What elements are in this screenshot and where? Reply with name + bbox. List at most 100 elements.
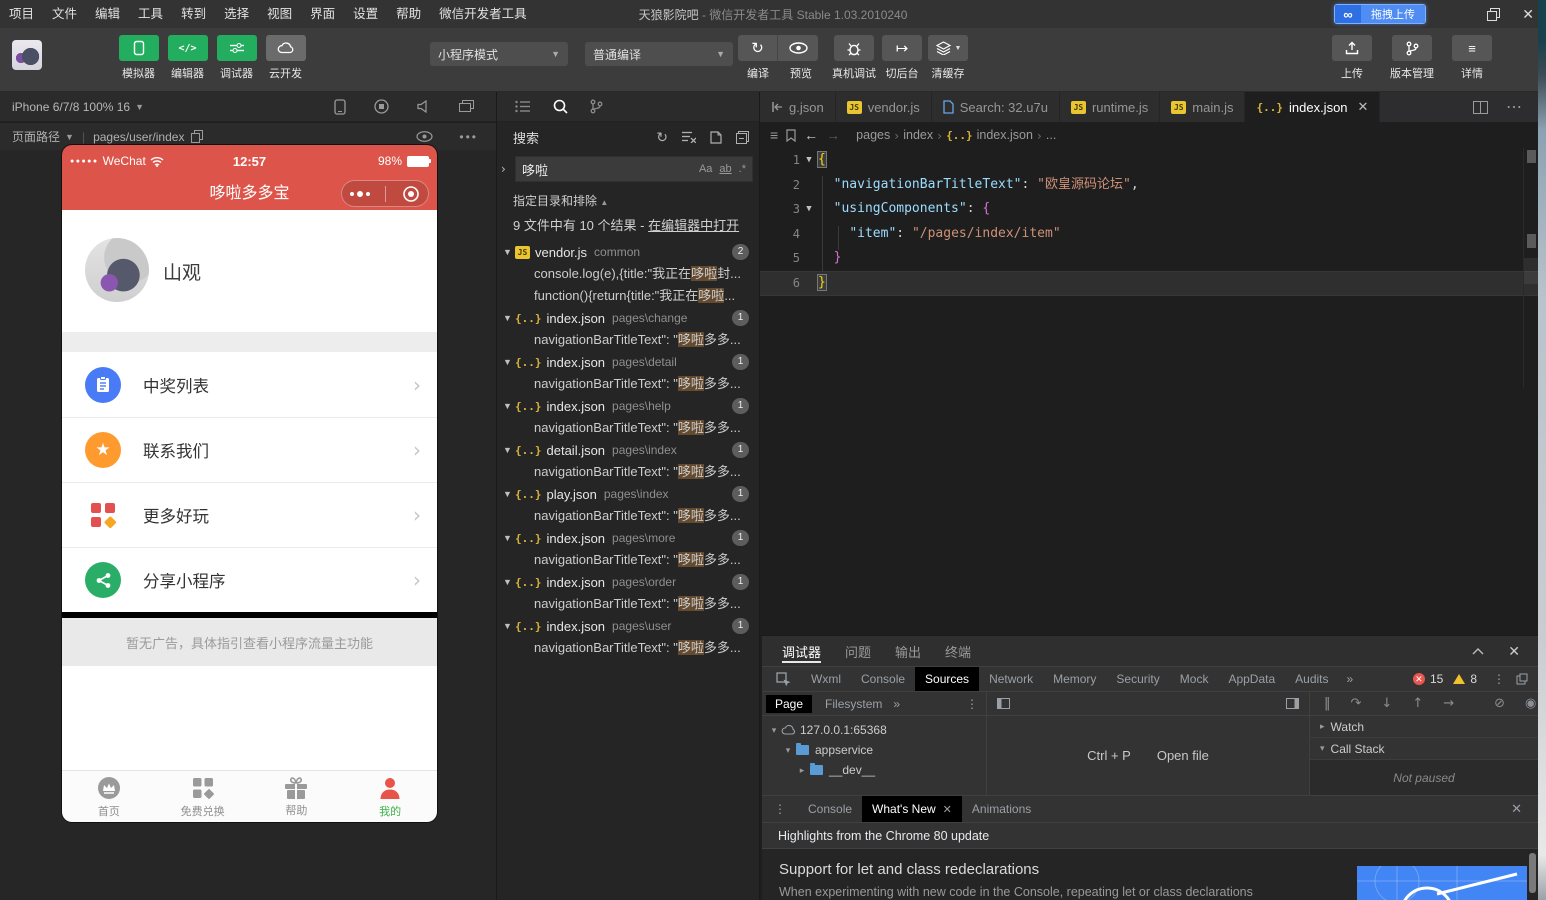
drawer-tab-what-s-new[interactable]: What's New✕ xyxy=(862,796,962,822)
exit-target-icon[interactable] xyxy=(402,185,420,203)
hide-navigator-icon[interactable] xyxy=(997,698,1010,709)
eye-icon[interactable] xyxy=(416,131,433,142)
menubar-item-2[interactable]: 编辑 xyxy=(86,0,129,28)
search-result-file-8[interactable]: ▼{..}index.jsonpages\user1 xyxy=(497,615,759,637)
search-result-match[interactable]: navigationBarTitleText": "哆啦多多... xyxy=(497,461,759,483)
menubar-item-3[interactable]: 工具 xyxy=(129,0,172,28)
breadcrumb-item-1[interactable]: index xyxy=(903,128,933,142)
devtools-tab-network[interactable]: Network xyxy=(979,667,1043,691)
drawer-tab-console[interactable]: Console xyxy=(798,796,862,822)
sources-nav-tab-page[interactable]: Page xyxy=(766,695,812,713)
toolbar-action-bug[interactable]: 真机调试 xyxy=(832,35,876,81)
scrollbar-thumb[interactable] xyxy=(1529,853,1536,893)
debugger-tab-3[interactable]: 终端 xyxy=(945,636,971,666)
search-result-file-7[interactable]: ▼{..}index.jsonpages\order1 xyxy=(497,571,759,593)
code-line-6[interactable]: 6} xyxy=(760,271,1538,296)
bookmark-icon[interactable] xyxy=(786,129,796,142)
code-line-2[interactable]: 2 "navigationBarTitleText": "欧皇源码论坛", xyxy=(760,173,1538,198)
menubar-item-0[interactable]: 项目 xyxy=(0,0,43,28)
toolbar-action-layers[interactable]: ▼清缓存 xyxy=(928,35,968,81)
search-result-file-4[interactable]: ▼{..}detail.jsonpages\index1 xyxy=(497,439,759,461)
search-result-match[interactable]: navigationBarTitleText": "哆啦多多... xyxy=(497,373,759,395)
search-result-file-6[interactable]: ▼{..}index.jsonpages\more1 xyxy=(497,527,759,549)
close-icon[interactable]: ✕ xyxy=(1522,6,1534,23)
tree-node-0[interactable]: ▾127.0.0.1:65368 xyxy=(762,720,986,740)
tabbar-item-0[interactable]: 首页 xyxy=(62,771,156,822)
record-icon[interactable] xyxy=(374,99,389,114)
refresh-icon[interactable]: ↻ xyxy=(656,129,668,146)
error-count[interactable]: 15 xyxy=(1430,672,1443,686)
search-input[interactable]: 哆啦 Aa ab .* xyxy=(515,156,753,182)
nav-back-icon[interactable]: ← xyxy=(804,127,818,143)
more-actions-icon[interactable]: ⋯ xyxy=(1506,97,1522,117)
toolbar-action-background[interactable]: ↦切后台 xyxy=(882,35,922,81)
open-file-label[interactable]: Open file xyxy=(1157,748,1209,763)
toolbar-action-upload[interactable]: 上传 xyxy=(1332,35,1372,81)
warning-count[interactable]: 8 xyxy=(1470,672,1477,686)
search-result-file-1[interactable]: ▼{..}index.jsonpages\change1 xyxy=(497,307,759,329)
toolbar-code-button[interactable]: </>编辑器 xyxy=(167,35,208,81)
overview-ruler[interactable] xyxy=(1523,148,1538,388)
menu-item-0[interactable]: 中奖列表› xyxy=(62,352,437,417)
devtools-menu-icon[interactable]: ⋮ xyxy=(1493,672,1505,686)
menu-item-2[interactable]: 更多好玩› xyxy=(62,482,437,547)
step-out-icon[interactable]: ↑ xyxy=(1412,696,1423,711)
deactivate-breakpoints-icon[interactable]: ⊘ xyxy=(1494,696,1505,711)
devtools-tab-wxml[interactable]: Wxml xyxy=(801,667,851,691)
menubar-item-7[interactable]: 界面 xyxy=(301,0,344,28)
nav-menu-icon[interactable]: ⋮ xyxy=(966,697,978,711)
editor-tab-Search--32.u7u[interactable]: Search: 32.u7u xyxy=(932,92,1060,122)
match-case-icon[interactable]: Aa xyxy=(699,163,712,175)
devtools-tab-console[interactable]: Console xyxy=(851,667,915,691)
nav-forward-icon[interactable]: → xyxy=(826,127,840,143)
devtools-tab-appdata[interactable]: AppData xyxy=(1218,667,1285,691)
split-editor-icon[interactable] xyxy=(1473,101,1488,114)
toolbar-action-eye[interactable]: 预览 xyxy=(784,35,818,81)
user-avatar[interactable] xyxy=(85,238,149,302)
collapse-panel-icon[interactable] xyxy=(1472,648,1484,655)
more-options-icon[interactable]: ••• xyxy=(459,130,478,144)
menubar-item-6[interactable]: 视图 xyxy=(258,0,301,28)
show-debugger-sidebar-icon[interactable] xyxy=(1286,698,1299,709)
drawer-menu-icon[interactable]: ⋮ xyxy=(762,802,798,816)
git-branch-icon[interactable] xyxy=(590,99,603,114)
search-result-match[interactable]: navigationBarTitleText": "哆啦多多... xyxy=(497,505,759,527)
search-result-file-0[interactable]: ▼JSvendor.jscommon2 xyxy=(497,241,759,263)
article-title[interactable]: Support for let and class redeclarations xyxy=(779,861,1039,878)
menubar-item-5[interactable]: 选择 xyxy=(215,0,258,28)
search-result-file-3[interactable]: ▼{..}index.jsonpages\help1 xyxy=(497,395,759,417)
tabbar-item-3[interactable]: 我的 xyxy=(343,771,437,822)
drawer-tab-animations[interactable]: Animations xyxy=(962,796,1041,822)
regex-icon[interactable]: .* xyxy=(739,163,746,175)
menubar-item-10[interactable]: 微信开发者工具 xyxy=(430,0,536,28)
menubar-item-1[interactable]: 文件 xyxy=(43,0,86,28)
search-icon[interactable] xyxy=(553,99,568,114)
drag-upload-button[interactable]: ∞ 拖拽上传 xyxy=(1334,4,1426,24)
fold-chevron-icon[interactable]: ▼ xyxy=(800,197,818,222)
more-nav-tabs-icon[interactable]: » xyxy=(893,697,900,711)
inspect-element-icon[interactable] xyxy=(762,672,801,687)
watch-section[interactable]: ▸ Watch xyxy=(1310,716,1538,738)
tabbar-item-1[interactable]: 免费兑换 xyxy=(156,771,250,822)
search-result-match[interactable]: navigationBarTitleText": "哆啦多多... xyxy=(497,417,759,439)
editor-tab-vendor.js[interactable]: JSvendor.js xyxy=(836,92,932,122)
menu-item-3[interactable]: 分享小程序› xyxy=(62,547,437,612)
close-tab-icon[interactable]: ✕ xyxy=(943,803,952,816)
pause-on-exceptions-icon[interactable]: ◉ xyxy=(1525,696,1536,711)
toolbar-action-details[interactable]: ≡详情 xyxy=(1452,35,1492,81)
more-tabs-icon[interactable]: » xyxy=(1339,667,1362,691)
file-list-icon[interactable] xyxy=(515,100,531,113)
menubar-item-9[interactable]: 帮助 xyxy=(387,0,430,28)
breadcrumb-item-3[interactable]: ... xyxy=(1046,128,1056,142)
search-result-match[interactable]: console.log(e),{title:"我正在哆啦封... xyxy=(497,263,759,285)
code-line-1[interactable]: 1▼{ xyxy=(760,148,1538,173)
menu-item-1[interactable]: ★联系我们› xyxy=(62,417,437,482)
mode-select[interactable]: 小程序模式▼ xyxy=(430,42,568,66)
editor-tab-main.js[interactable]: JSmain.js xyxy=(1160,92,1245,122)
maximize-icon[interactable] xyxy=(1487,8,1500,21)
user-profile-section[interactable]: 山观 xyxy=(62,210,437,332)
open-in-editor-link[interactable]: 在编辑器中打开 xyxy=(648,218,739,233)
editor-tab-index.json[interactable]: {..}index.json✕ xyxy=(1245,92,1380,122)
close-tab-icon[interactable]: ✕ xyxy=(1358,99,1369,115)
device-selector[interactable]: iPhone 6/7/8 100% 16 xyxy=(12,100,130,114)
